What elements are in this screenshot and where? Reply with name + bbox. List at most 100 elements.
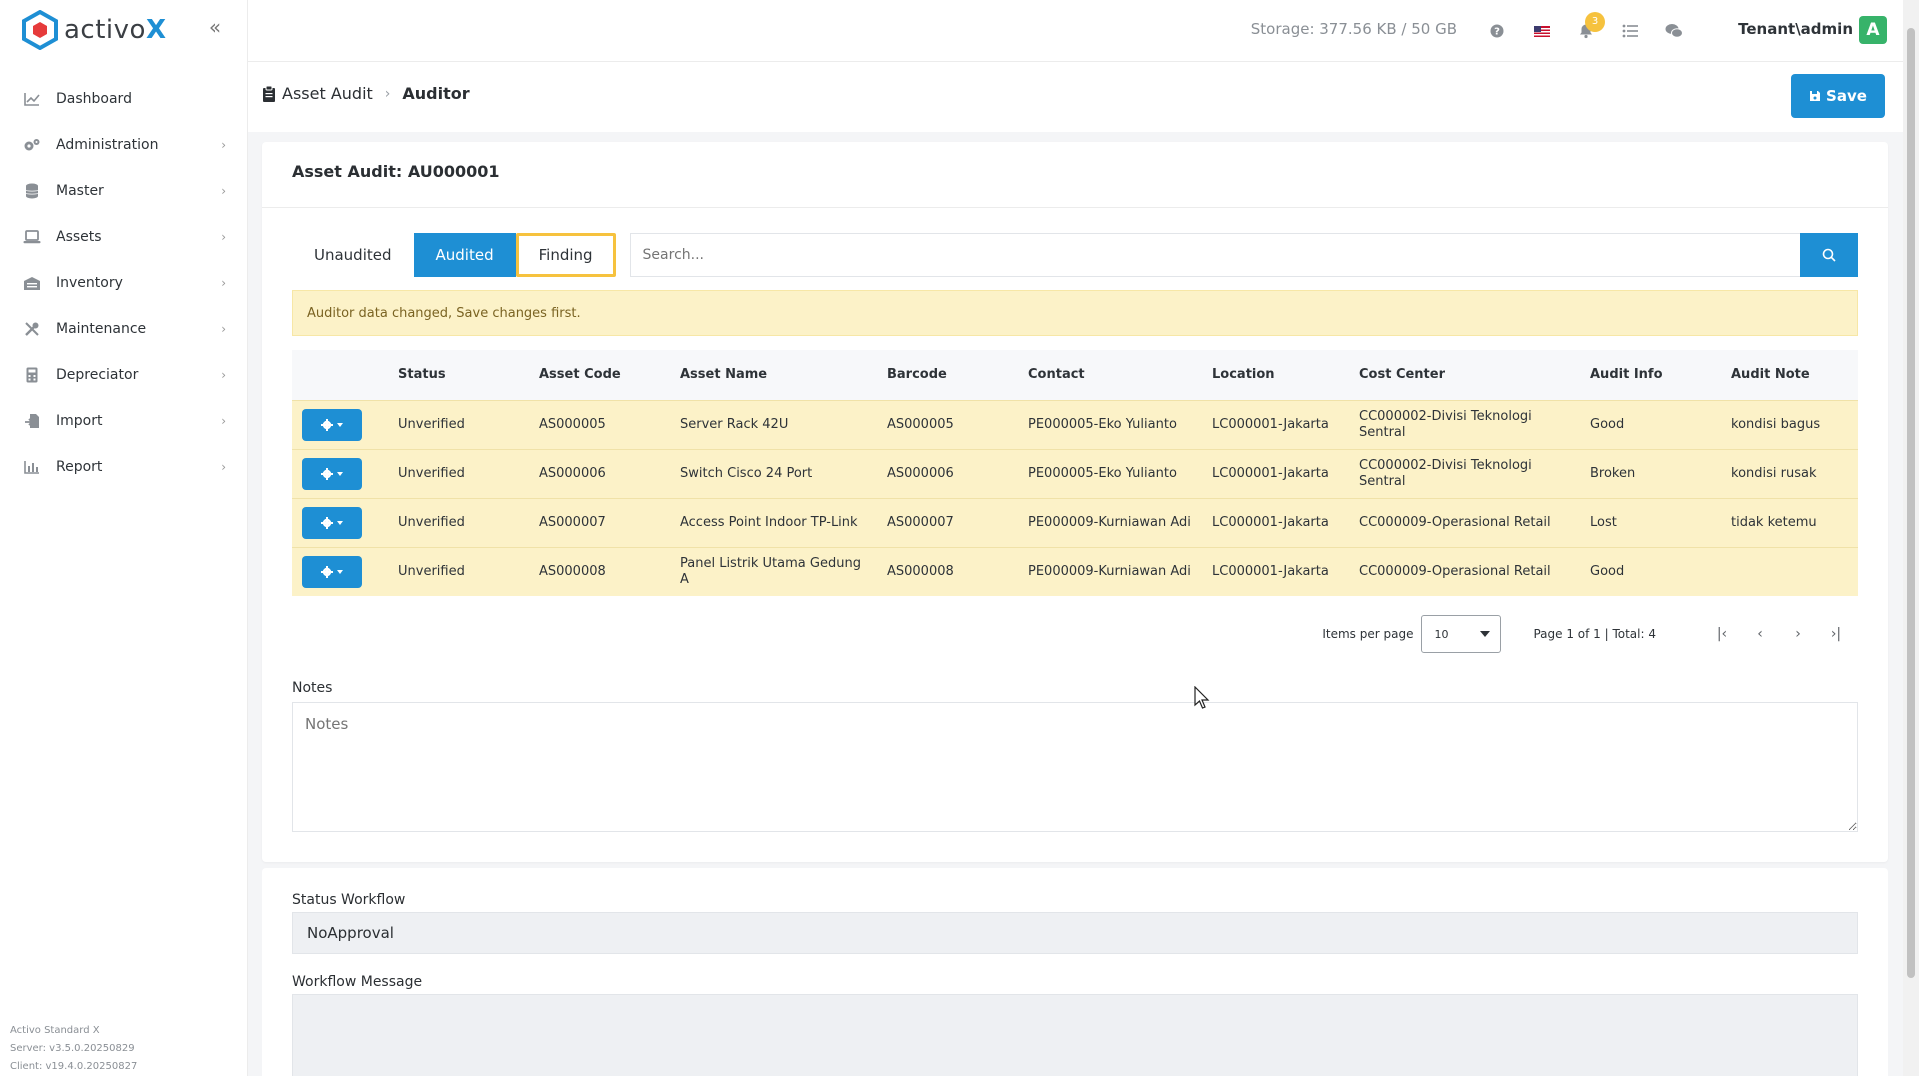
cell-cost-center: CC000002-Divisi Teknologi Sentral [1359,457,1532,489]
search-button[interactable] [1800,233,1858,277]
double-chevron-left-icon[interactable]: « [204,16,226,38]
cell-location: LC000001-Jakarta [1212,563,1329,579]
page-scrollbar[interactable] [1903,0,1919,1076]
caret-down-icon [337,569,343,574]
card-title: Asset Audit: AU000001 [262,142,1888,208]
cell-code: AS000005 [539,416,606,432]
sidebar-item-report[interactable]: Report › [0,444,248,490]
tab-audited[interactable]: Audited [413,233,516,277]
client-version: Client: v19.4.0.20250827 [10,1061,138,1072]
laptop-icon [22,227,42,247]
gear-icon [321,565,333,578]
task-list-icon[interactable] [1619,20,1641,42]
column-header[interactable]: Contact [1018,350,1202,400]
sidebar-item-dashboard[interactable]: Dashboard [0,76,248,122]
column-header[interactable]: Asset Code [529,350,670,400]
sidebar: activoX « Dashboard Administration › Master… [0,0,248,1076]
column-header[interactable]: Barcode [877,350,1018,400]
column-header[interactable]: Status [388,350,529,400]
status-workflow-label: Status Workflow [292,892,406,908]
page-info: Page 1 of 1 | Total: 4 [1533,627,1656,641]
notification-badge: 3 [1585,12,1605,32]
avatar[interactable]: A [1859,16,1887,44]
file-import-icon [22,411,42,431]
gear-icon [321,516,333,529]
row-action-button[interactable] [302,408,362,441]
search-input[interactable] [629,233,1800,277]
sidebar-item-depreciator[interactable]: Depreciator › [0,352,248,398]
cell-status: Unverified [398,514,465,530]
save-button[interactable]: Save [1791,74,1885,118]
sidebar-item-label: Report [56,459,103,475]
sidebar-item-label: Master [56,183,104,199]
sidebar-item-maintenance[interactable]: Maintenance › [0,306,248,352]
workflow-message-field [292,994,1858,1076]
sidebar-item-administration[interactable]: Administration › [0,122,248,168]
sidebar-item-import[interactable]: Import › [0,398,248,444]
cell-contact: PE000005-Eko Yulianto [1028,465,1177,481]
column-header[interactable]: Location [1202,350,1349,400]
cell-audit-note: kondisi bagus [1731,416,1821,432]
chevron-right-icon: › [221,414,226,428]
items-per-page-select[interactable]: 10 [1421,615,1502,653]
table-row[interactable]: Unverified AS000007 Access Point Indoor TP… [292,498,1858,547]
breadcrumb-parent[interactable]: Asset Audit [282,84,373,103]
cell-status: Unverified [398,563,465,579]
calculator-icon [22,365,42,385]
us-flag-icon[interactable] [1531,20,1553,42]
table-row[interactable]: Unverified AS000006 Switch Cisco 24 Port AS… [292,449,1858,498]
product-name: Activo Standard X [10,1025,100,1036]
sidebar-item-master[interactable]: Master › [0,168,248,214]
row-action-button[interactable] [302,457,362,490]
last-page-icon[interactable]: ›| [1824,626,1848,642]
chevron-right-icon: › [221,184,226,198]
column-header[interactable]: Asset Name [670,350,877,400]
cell-contact: PE000009-Kurniawan Adi [1028,514,1191,530]
column-header[interactable]: Audit Note [1721,350,1858,400]
column-header[interactable]: Cost Center [1349,350,1580,400]
column-header[interactable]: Audit Info [1580,350,1721,400]
sidebar-item-inventory[interactable]: Inventory › [0,260,248,306]
sidebar-item-assets[interactable]: Assets › [0,214,248,260]
first-page-icon[interactable]: |‹ [1710,626,1734,642]
sidebar-item-label: Administration [56,137,159,153]
caret-down-icon [337,471,343,476]
sidebar-item-label: Maintenance [56,321,147,337]
clipboard-icon [263,85,275,102]
scrollbar-thumb[interactable] [1907,28,1915,978]
svg-text:?: ? [1494,27,1500,38]
cell-barcode: AS000007 [887,514,954,530]
cell-audit-info: Lost [1590,514,1617,530]
database-icon [22,181,42,201]
sidebar-item-label: Assets [56,229,102,245]
tab-unaudited[interactable]: Unaudited [292,233,414,277]
cell-status: Unverified [398,465,465,481]
chevron-right-icon: › [221,138,226,152]
sidebar-item-label: Inventory [56,275,123,291]
previous-page-icon[interactable]: ‹ [1748,626,1772,642]
warehouse-icon [22,273,42,293]
cell-contact: PE000009-Kurniawan Adi [1028,563,1191,579]
cell-audit-note: kondisi rusak [1731,465,1817,481]
row-action-button[interactable] [302,555,362,588]
help-icon[interactable]: ? [1486,20,1508,42]
storage-indicator: Storage: 377.56 KB / 50 GB [1250,20,1457,38]
chat-icon[interactable] [1663,20,1685,42]
tab-finding[interactable]: Finding [515,233,616,277]
table-row[interactable]: Unverified AS000005 Server Rack 42U AS00000… [292,400,1858,449]
top-bar: Storage: 377.56 KB / 50 GB ? 3 Tenant\ad… [248,0,1903,62]
logo[interactable]: activoX [22,10,167,50]
gear-icon [321,418,333,431]
user-name[interactable]: Tenant\admin [1738,20,1853,38]
bell-icon[interactable]: 3 [1575,12,1605,42]
next-page-icon[interactable]: › [1786,626,1810,642]
row-action-button[interactable] [302,506,362,539]
cell-name: Access Point Indoor TP-Link [680,514,858,530]
items-per-page-label: Items per page [1322,627,1414,641]
table-row[interactable]: Unverified AS000008 Panel Listrik Utama Ge… [292,547,1858,596]
cell-name: Server Rack 42U [680,416,789,432]
chevron-right-icon: › [384,85,391,102]
row-actions-cell [292,547,388,596]
tools-icon [22,319,42,339]
notes-textarea[interactable] [292,702,1858,832]
